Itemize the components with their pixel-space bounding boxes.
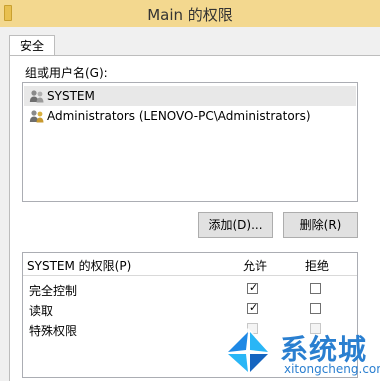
- list-item-administrators[interactable]: Administrators (LENOVO-PC\Administrators…: [24, 106, 356, 126]
- site-logo-icon: [224, 328, 272, 376]
- watermark-url-text: xitongcheng.com: [284, 362, 380, 376]
- allow-checkbox[interactable]: ✓: [247, 301, 259, 314]
- deny-checkbox[interactable]: [310, 283, 321, 294]
- permission-row-read: 读取 ✓: [23, 299, 357, 319]
- deny-column-header: 拒绝: [305, 259, 330, 273]
- groups-label: 组或用户名(G):: [25, 66, 108, 80]
- title-bar: Main 的权限: [0, 0, 380, 28]
- permission-name: 完全控制: [29, 284, 78, 298]
- permissions-header: SYSTEM 的权限(P) 允许 拒绝: [23, 253, 357, 276]
- allow-column-header: 允许: [243, 259, 268, 273]
- permission-name: 读取: [29, 304, 54, 318]
- checkmark-icon: ✓: [249, 301, 259, 314]
- list-item-label: SYSTEM: [47, 89, 95, 103]
- allow-checkbox[interactable]: ✓: [247, 281, 259, 294]
- list-item-system[interactable]: SYSTEM: [24, 86, 356, 106]
- remove-button[interactable]: 删除(R): [283, 212, 358, 238]
- list-item-label: Administrators (LENOVO-PC\Administrators…: [47, 109, 311, 123]
- add-button[interactable]: 添加(D)...: [198, 212, 273, 238]
- tab-strip: 安全: [0, 27, 380, 56]
- window-title: Main 的权限: [147, 6, 233, 24]
- checkmark-icon: ✓: [249, 281, 259, 294]
- watermark: 系统城 xitongcheng.com: [218, 322, 380, 381]
- permissions-dialog: Main 的权限 安全 组或用户名(G): SYSTEM Administrat…: [0, 0, 380, 381]
- tab-security[interactable]: 安全: [9, 35, 55, 56]
- permission-name: 特殊权限: [29, 324, 78, 338]
- permission-row-full-control: 完全控制 ✓: [23, 279, 357, 299]
- user-group-icon: [29, 110, 44, 123]
- group-user-list[interactable]: SYSTEM Administrators (LENOVO-PC\Adminis…: [22, 82, 358, 202]
- deny-checkbox[interactable]: [310, 303, 321, 314]
- user-group-icon: [29, 90, 44, 103]
- permissions-title: SYSTEM 的权限(P): [27, 259, 132, 273]
